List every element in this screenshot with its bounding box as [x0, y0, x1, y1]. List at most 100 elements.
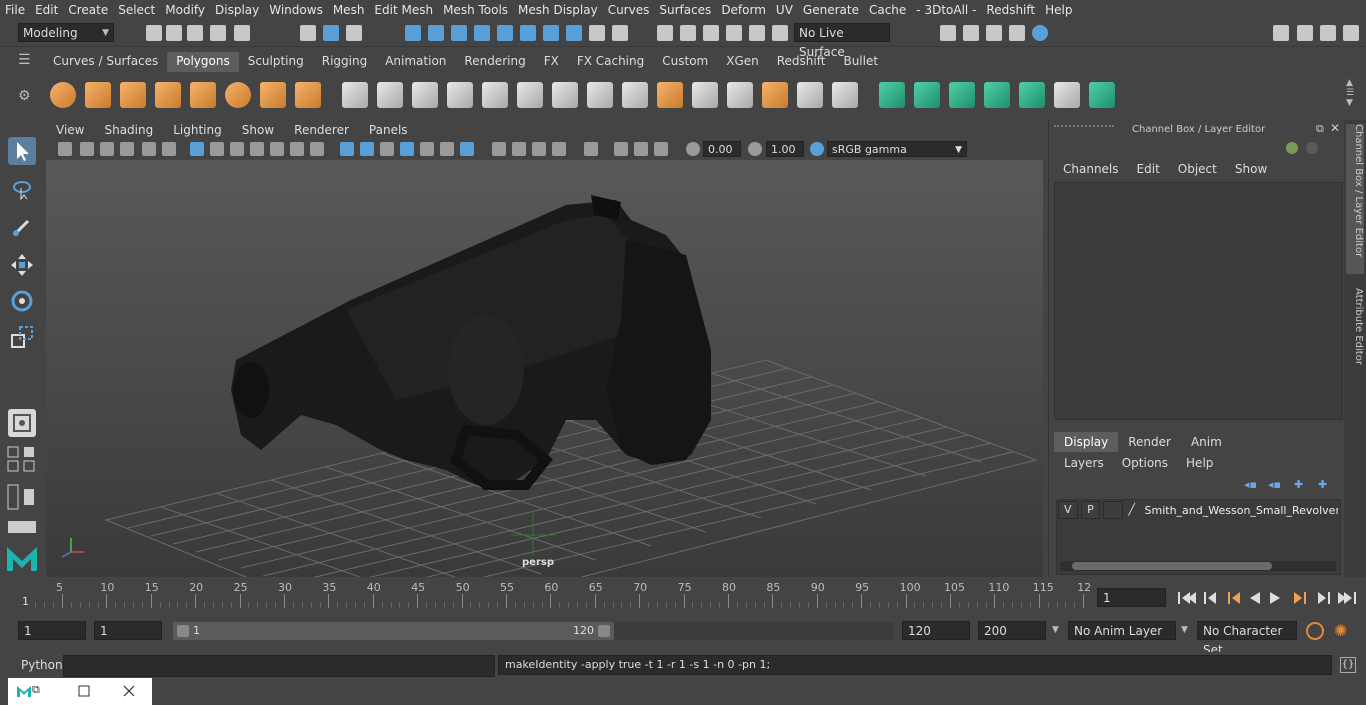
depth-of-field-icon[interactable] — [552, 142, 566, 156]
menu-item-17[interactable]: - 3DtoAll - — [911, 3, 981, 17]
xray-icon[interactable] — [420, 142, 434, 156]
viewport-menu-1[interactable]: Shading — [94, 123, 163, 137]
rotate-tool-icon[interactable] — [8, 287, 36, 315]
poly-cone-icon[interactable] — [155, 82, 181, 108]
snap-surface-icon[interactable] — [497, 25, 513, 41]
render-settings-icon[interactable] — [1009, 25, 1025, 41]
film-gate-icon[interactable] — [210, 142, 224, 156]
layer-visibility-toggle[interactable]: V — [1058, 501, 1078, 519]
chevron-down-icon-2[interactable]: ▼ — [1181, 625, 1188, 635]
lasso-icon[interactable] — [680, 25, 696, 41]
menu-item-7[interactable]: Mesh — [328, 3, 370, 17]
poly-torus-icon[interactable] — [225, 82, 251, 108]
chevron-down-icon[interactable]: ▼ — [1052, 625, 1059, 635]
smooth-icon[interactable] — [447, 82, 473, 108]
end-time-field[interactable]: 200 — [978, 621, 1046, 640]
channel-box-menu-0[interactable]: Channels — [1054, 162, 1128, 176]
shelf-tab-4[interactable]: Animation — [376, 52, 455, 72]
wireframe-on-shaded-icon[interactable] — [380, 142, 394, 156]
camera-attr-icon[interactable] — [80, 142, 94, 156]
menu-item-3[interactable]: Select — [113, 3, 160, 17]
shelf-menu-icon[interactable]: ☰ — [18, 52, 38, 68]
layer-menu-1[interactable]: Options — [1120, 456, 1178, 470]
field-chart-icon[interactable] — [270, 142, 284, 156]
go-to-end-icon[interactable] — [1338, 592, 1356, 604]
shelf-tab-2[interactable]: Sculpting — [239, 52, 313, 72]
safe-title-icon[interactable] — [310, 142, 324, 156]
go-to-start-icon[interactable] — [1178, 592, 1196, 604]
unfold-icon[interactable] — [1089, 82, 1115, 108]
maya-app-icon[interactable] — [16, 683, 32, 699]
viewport-menu-5[interactable]: Panels — [359, 123, 418, 137]
poly-pipe-icon[interactable] — [295, 82, 321, 108]
time-slider[interactable]: 5 10 15 20 25 30 35 40 45 50 55 60 65 70 75 80 85 90 95 100… — [18, 580, 1091, 610]
uv-editor-icon[interactable] — [879, 82, 905, 108]
menu-item-8[interactable]: Edit Mesh — [369, 3, 438, 17]
maximize-icon[interactable] — [76, 683, 92, 699]
menu-item-0[interactable]: File — [0, 3, 30, 17]
live-surface-field[interactable]: No Live Surface — [794, 23, 890, 59]
step-forward-icon[interactable] — [1318, 592, 1330, 604]
layer-name[interactable]: Smith_and_Wesson_Small_Revolver_Bl — [1145, 504, 1339, 517]
camera-icon[interactable] — [58, 142, 72, 156]
shelf-tab-6[interactable]: FX — [535, 52, 568, 72]
menu-item-14[interactable]: UV — [771, 3, 798, 17]
grease-pencil-icon[interactable] — [162, 142, 176, 156]
poly-sphere-icon[interactable] — [50, 82, 76, 108]
viewport-menu-2[interactable]: Lighting — [163, 123, 232, 137]
layer-tab-1[interactable]: Render — [1118, 432, 1181, 452]
redo-icon[interactable] — [234, 25, 250, 41]
menu-item-2[interactable]: Create — [63, 3, 113, 17]
play-back-icon[interactable] — [1250, 592, 1260, 604]
render-view-icon[interactable] — [940, 25, 956, 41]
xray-joints-icon[interactable] — [614, 142, 628, 156]
motion-blur-icon[interactable] — [512, 142, 526, 156]
next-key-icon[interactable] — [1294, 592, 1306, 604]
channel-box-menu-2[interactable]: Object — [1169, 162, 1226, 176]
shelf-tab-11[interactable]: Bullet — [834, 52, 887, 72]
isolate-select-icon[interactable] — [584, 142, 598, 156]
range-slider-track[interactable] — [614, 622, 894, 640]
new-layer-selected-icon[interactable]: ✚ — [1318, 478, 1334, 491]
exposure-field[interactable]: 0.00 — [703, 141, 741, 157]
fill-hole-icon[interactable] — [762, 82, 788, 108]
help-icon[interactable] — [566, 25, 582, 41]
offset-edge-loop-icon[interactable] — [727, 82, 753, 108]
append-polygon-icon[interactable] — [657, 82, 683, 108]
current-frame-field[interactable]: 1 — [1097, 588, 1166, 607]
command-language[interactable]: Python — [21, 658, 63, 672]
smooth-shade-icon[interactable] — [360, 142, 374, 156]
insert-edge-loop-icon[interactable] — [692, 82, 718, 108]
open-scene-icon[interactable] — [166, 25, 182, 41]
viewport-menu-3[interactable]: Show — [232, 123, 284, 137]
float-icon[interactable]: ⧉ — [1316, 122, 1324, 136]
gamma-field[interactable]: 1.00 — [766, 141, 804, 157]
spherical-map-icon[interactable] — [984, 82, 1010, 108]
2d-pan-icon[interactable] — [142, 142, 156, 156]
menu-item-4[interactable]: Modify — [160, 3, 210, 17]
layer-display-type[interactable] — [1103, 501, 1123, 519]
menu-item-5[interactable]: Display — [210, 3, 264, 17]
planar-map-icon[interactable] — [914, 82, 940, 108]
new-scene-icon[interactable] — [146, 25, 162, 41]
new-layer-icon[interactable]: ✚ — [1294, 478, 1310, 491]
restore-icon[interactable]: ⧉ — [32, 683, 48, 699]
merge-icon[interactable] — [832, 82, 858, 108]
panel-layout-icon-3[interactable] — [1343, 25, 1359, 41]
scrollbar-thumb[interactable] — [1072, 562, 1272, 570]
menu-item-18[interactable]: Redshift — [981, 3, 1040, 17]
workspace-select[interactable]: Modeling ▼ — [18, 23, 114, 42]
lasso-tool-icon[interactable] — [8, 175, 36, 203]
animation-prefs-icon[interactable]: ✺ — [1334, 621, 1347, 640]
layer-menu-0[interactable]: Layers — [1062, 456, 1114, 470]
lock-icon[interactable] — [589, 25, 605, 41]
panel-layout-icon-2[interactable] — [1320, 25, 1336, 41]
viewport-menu-0[interactable]: View — [46, 123, 94, 137]
separate-icon[interactable] — [377, 82, 403, 108]
shelf-scroll-icon[interactable]: ▲ ☰ ▼ — [1346, 78, 1354, 108]
close-window-icon[interactable] — [121, 683, 137, 699]
poly-cylinder-icon[interactable] — [120, 82, 146, 108]
shelf-tab-10[interactable]: Redshift — [768, 52, 835, 72]
menu-item-13[interactable]: Deform — [716, 3, 771, 17]
menu-item-12[interactable]: Surfaces — [654, 3, 716, 17]
